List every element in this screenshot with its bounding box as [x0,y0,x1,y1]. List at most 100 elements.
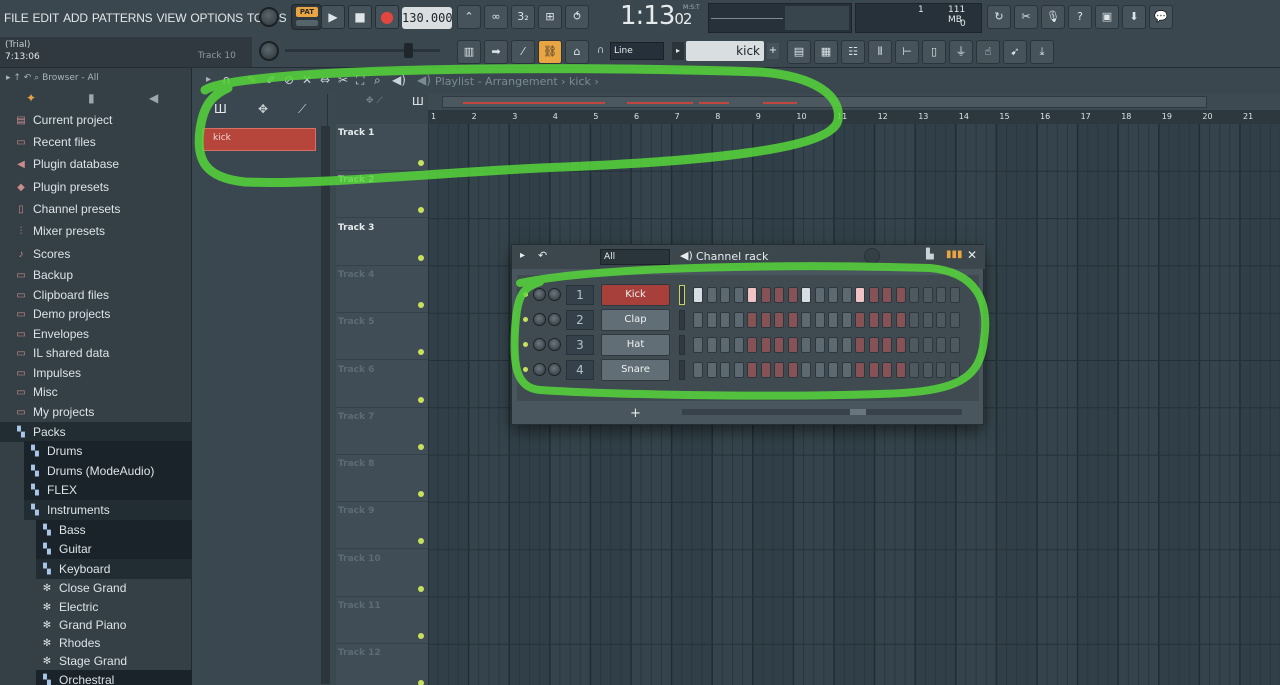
step-button[interactable] [720,312,730,328]
browser-item[interactable]: ▚ Bass [36,520,192,540]
cut-icon[interactable]: ✂ [1014,5,1038,29]
rack-menu-arrow-icon[interactable]: ▸ [520,250,525,261]
browser-item[interactable]: ▭ Demo projects [0,304,192,324]
track-mute-led[interactable] [418,633,424,639]
step-button[interactable] [909,312,919,328]
channel-mixer-track[interactable]: 3 [566,335,594,355]
step-button[interactable] [787,362,798,378]
step-button[interactable] [747,362,757,378]
browser-item[interactable]: ▚ Drums (ModeAudio) [24,461,192,481]
browser-item[interactable]: ▭ Impulses [0,363,192,383]
step-button[interactable] [693,337,703,353]
step-button[interactable] [828,362,838,378]
channel-volume-knob[interactable] [548,313,561,326]
step-button[interactable] [868,287,879,303]
playback-tool-icon[interactable]: ◀) [392,73,406,87]
browser-item[interactable]: ▚ Drums [24,441,192,461]
track-mute-led[interactable] [418,396,424,403]
step-button[interactable] [814,337,825,353]
step-button[interactable] [922,362,933,378]
channel-select-indicator[interactable] [679,360,685,380]
step-button[interactable] [801,312,811,328]
track-mute-led[interactable] [418,585,424,592]
browser-item[interactable]: ✻ Close Grand [36,578,192,598]
piano-roll-window-icon[interactable]: ▦ [814,40,838,64]
typing-keyboard-icon[interactable]: ⌂ [565,40,589,64]
menu-patterns[interactable]: PATTERNS [92,11,153,25]
step-edit-icon[interactable]: ⊞ [538,5,562,29]
channel-mute-led[interactable] [523,317,528,322]
channel-name-button[interactable]: Kick [601,284,670,306]
playlist-menu-arrow-icon[interactable]: ▸ [206,74,211,85]
step-button[interactable] [774,287,784,303]
step-button[interactable] [693,362,703,378]
step-button[interactable] [936,287,946,303]
step-button[interactable] [706,287,717,303]
step-button[interactable] [720,337,730,353]
browser-item[interactable]: ▭ Backup [0,265,192,285]
step-button[interactable] [841,337,852,353]
track-header-tools-icon[interactable]: ✥ ⟋ [366,96,383,106]
track-mute-led[interactable] [418,301,424,308]
channel-rack-titlebar[interactable]: ▸ ↶ All ◀) Channel rack ▙ ▮▮▮ ✕ [512,245,985,269]
step-button[interactable] [949,362,960,378]
browser-files-tab-icon[interactable]: ▮ [88,91,95,105]
browser-item[interactable]: ✻ Grand Piano [36,615,192,635]
step-button[interactable] [949,337,960,353]
slip-tool-icon[interactable]: ⇔ [320,73,330,87]
pencil-tool-icon[interactable]: ✎ [247,73,257,87]
browser-item[interactable]: ✻ Stage Grand [36,651,192,671]
browser-nav-icons[interactable]: ▸ ↑ ↶ ⌕ [6,73,42,83]
step-button[interactable] [787,337,798,353]
zoom-tool-icon[interactable]: ⌕ [374,73,381,88]
pattern-prev-arrow[interactable]: ▸ [672,42,684,60]
step-button[interactable] [774,312,784,328]
track-header-patterns-icon[interactable]: Ш [412,95,424,108]
browser-item[interactable]: ▭ Clipboard files [0,285,192,305]
track-header[interactable]: Track 7 [336,408,428,455]
picker-audio-icon[interactable]: ✥ [258,102,268,116]
step-button[interactable] [936,362,946,378]
pattern-song-toggle[interactable]: PAT [291,4,322,30]
step-button[interactable] [882,337,892,353]
step-button[interactable] [733,337,744,353]
step-button[interactable] [733,362,744,378]
step-button[interactable] [909,287,919,303]
browser-item[interactable]: ✻ Rhodes [36,633,192,653]
master-pitch-knob[interactable] [259,41,279,61]
browser-item[interactable]: ▭ Misc [0,382,192,402]
step-button[interactable] [774,362,784,378]
playlist-h-scroll[interactable] [428,94,1280,110]
step-button[interactable] [706,337,717,353]
step-button[interactable] [828,337,838,353]
tempo-tap-icon[interactable]: ➹ [1003,40,1027,64]
browser-item[interactable]: ◀ Plugin database [0,154,192,174]
step-button[interactable] [909,362,919,378]
piano-roll-icon[interactable]: ▥ [457,40,481,64]
step-button[interactable] [814,287,825,303]
track-mute-led[interactable] [418,491,424,498]
track-mute-led[interactable] [418,680,424,685]
channel-volume-knob[interactable] [548,338,561,351]
step-button[interactable] [760,287,771,303]
add-pattern-button[interactable]: + [767,43,779,59]
help-icon[interactable]: ? [1068,5,1092,29]
step-button[interactable] [706,362,717,378]
step-button[interactable] [720,287,730,303]
browser-item[interactable]: ▚ Instruments [24,500,192,520]
track-header[interactable]: Track 11 [336,597,428,644]
channel-mute-led[interactable] [523,292,528,297]
step-button[interactable] [828,312,838,328]
rack-close-icon[interactable]: ✕ [967,248,977,262]
picker-patterns-icon[interactable]: Ш [214,102,227,116]
download-icon[interactable]: ⤓ [1030,40,1054,64]
channel-mute-led[interactable] [523,367,528,372]
rack-h-scroll-thumb[interactable] [850,409,866,415]
step-button[interactable] [706,312,717,328]
playlist-window-icon[interactable]: ▤ [787,40,811,64]
select-tool-icon[interactable]: ⛶ [356,73,364,88]
timeline-ruler[interactable]: 1 2 3 4 5 6 7 8 9 10 11 12 13 14 15 16 17 18 19 20 21 [428,110,1280,124]
step-button[interactable] [949,287,960,303]
step-button[interactable] [922,312,933,328]
step-button[interactable] [868,312,879,328]
